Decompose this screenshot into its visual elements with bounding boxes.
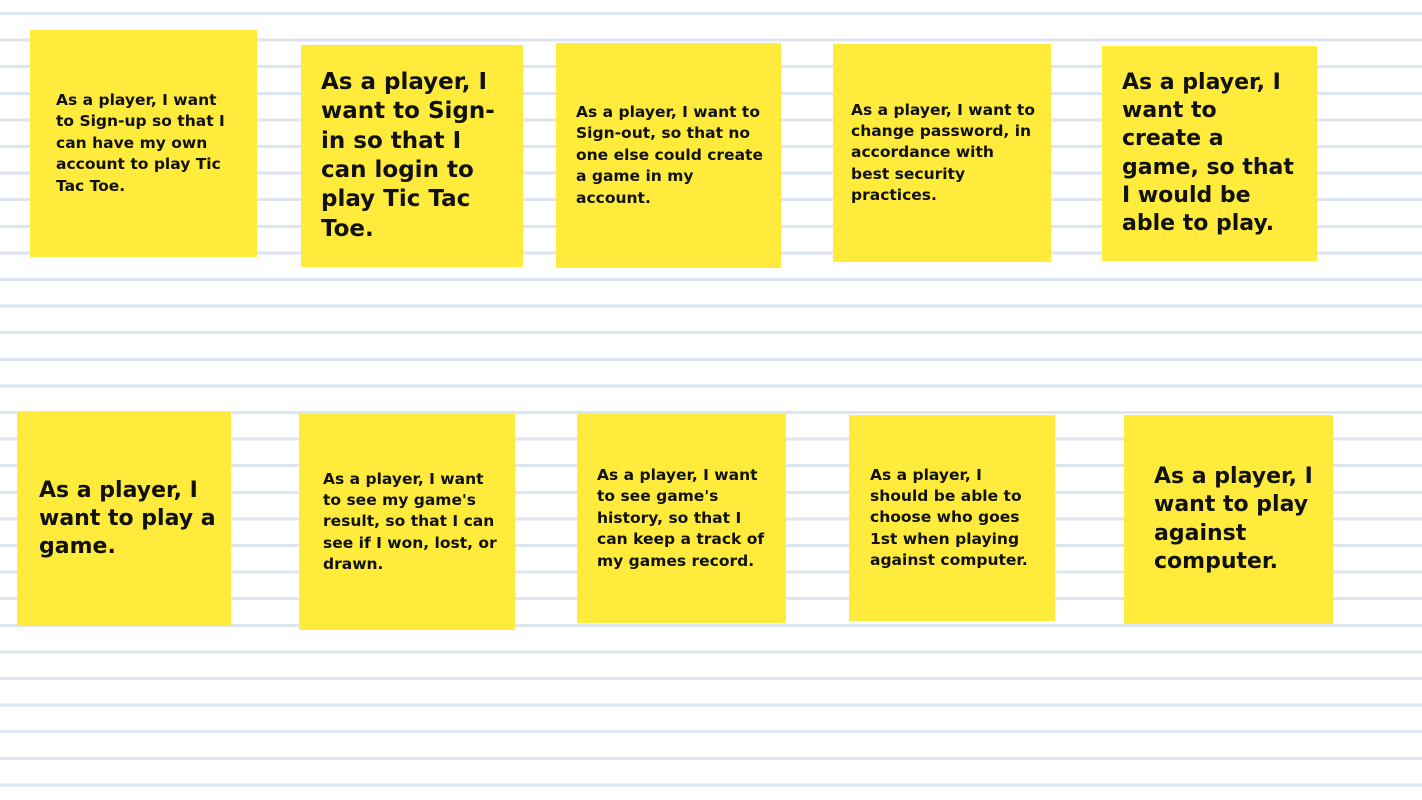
sticky-note-change-password[interactable]: As a player, I want to change password, …: [833, 44, 1051, 262]
sticky-note-choose-first[interactable]: As a player, I should be able to choose …: [849, 415, 1055, 621]
sticky-note-play-computer[interactable]: As a player, I want to play against comp…: [1124, 415, 1333, 624]
note-text: As a player, I want to change password, …: [851, 100, 1035, 205]
note-text: As a player, I want to see game's histor…: [597, 466, 765, 570]
note-text: As a player, I want to play against comp…: [1154, 464, 1313, 574]
sticky-note-play-game[interactable]: As a player, I want to play a game.: [17, 412, 231, 626]
story-board: As a player, I want to Sign-up so that I…: [0, 0, 1422, 800]
note-text: As a player, I should be able to choose …: [870, 465, 1028, 570]
note-text: As a player, I want to Sign-in so that I…: [321, 68, 495, 242]
sticky-note-sign-in[interactable]: As a player, I want to Sign-in so that I…: [301, 45, 523, 267]
sticky-note-create-game[interactable]: As a player, I want to create a game, so…: [1102, 46, 1317, 261]
sticky-note-sign-up[interactable]: As a player, I want to Sign-up so that I…: [30, 30, 257, 257]
sticky-note-game-result[interactable]: As a player, I want to see my game's res…: [299, 414, 515, 630]
note-text: As a player, I want to play a game.: [39, 477, 216, 560]
note-text: As a player, I want to create a game, so…: [1122, 70, 1294, 236]
sticky-note-game-history[interactable]: As a player, I want to see game's histor…: [577, 414, 786, 623]
note-text: As a player, I want to see my game's res…: [323, 469, 497, 574]
note-text: As a player, I want to Sign-up so that I…: [56, 91, 225, 195]
note-text: As a player, I want to Sign-out, so that…: [576, 103, 763, 207]
sticky-note-sign-out[interactable]: As a player, I want to Sign-out, so that…: [556, 43, 781, 268]
